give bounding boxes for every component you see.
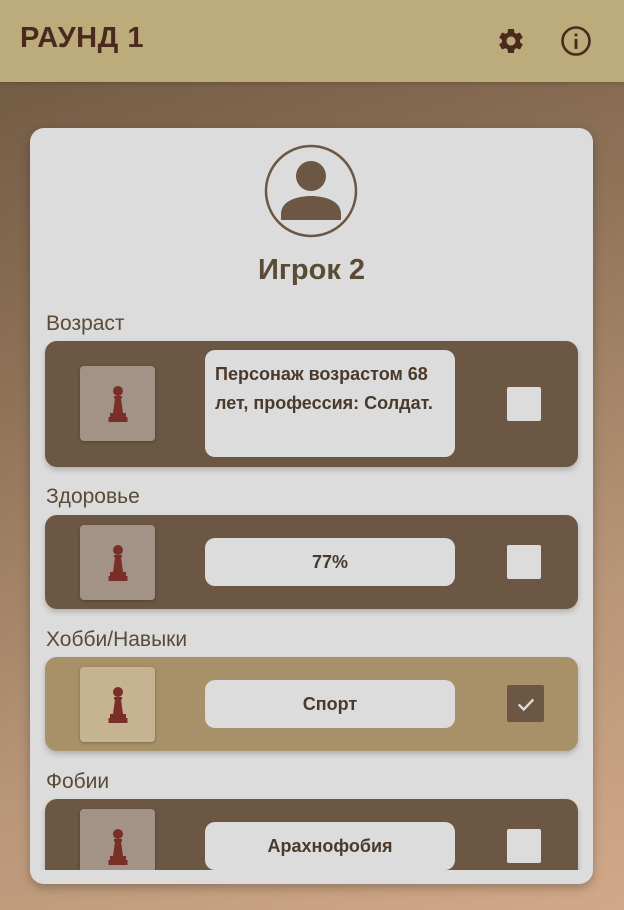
pawn-icon (108, 385, 127, 422)
gear-icon (499, 28, 523, 53)
trait-value: 77% (205, 538, 455, 586)
trait-checkbox-checked[interactable] (507, 685, 544, 722)
trait-checkbox[interactable] (507, 387, 541, 421)
section-label-health: Здоровье (46, 485, 140, 508)
trait-checkbox[interactable] (507, 545, 541, 579)
trait-row-health[interactable]: 77% (45, 515, 578, 609)
player-card: Игрок 2 Возраст Персонаж возрастом 68 ле… (30, 128, 593, 884)
pawn-card-button[interactable] (80, 366, 155, 441)
info-button[interactable] (556, 21, 596, 61)
trait-value: Спорт (205, 680, 455, 728)
pawn-card-button[interactable] (80, 525, 155, 600)
player-name: Игрок 2 (257, 254, 366, 286)
trait-row-age[interactable]: Персонаж возрастом 68 лет, профессия: Со… (45, 341, 578, 467)
card-bottom-edge (30, 870, 593, 884)
app-bar: РАУНД 1 (0, 0, 624, 82)
section-label-phobia: Фобии (46, 770, 110, 793)
settings-button[interactable] (491, 21, 531, 61)
section-label-age: Возраст (46, 312, 125, 335)
trait-checkbox[interactable] (507, 829, 541, 863)
round-title: РАУНД 1 (20, 22, 144, 54)
pawn-icon (108, 544, 127, 581)
pawn-icon (108, 828, 127, 865)
trait-value: Арахнофобия (205, 822, 455, 870)
section-label-hobby: Хобби/Навыки (46, 628, 188, 651)
pawn-icon (108, 686, 127, 723)
trait-row-hobby[interactable]: Спорт (45, 657, 578, 751)
info-icon (561, 26, 591, 56)
check-icon (517, 698, 534, 711)
account-circle-icon (264, 144, 358, 238)
pawn-card-button[interactable] (80, 667, 155, 742)
trait-value: Персонаж возрастом 68 лет, профессия: Со… (205, 350, 455, 457)
